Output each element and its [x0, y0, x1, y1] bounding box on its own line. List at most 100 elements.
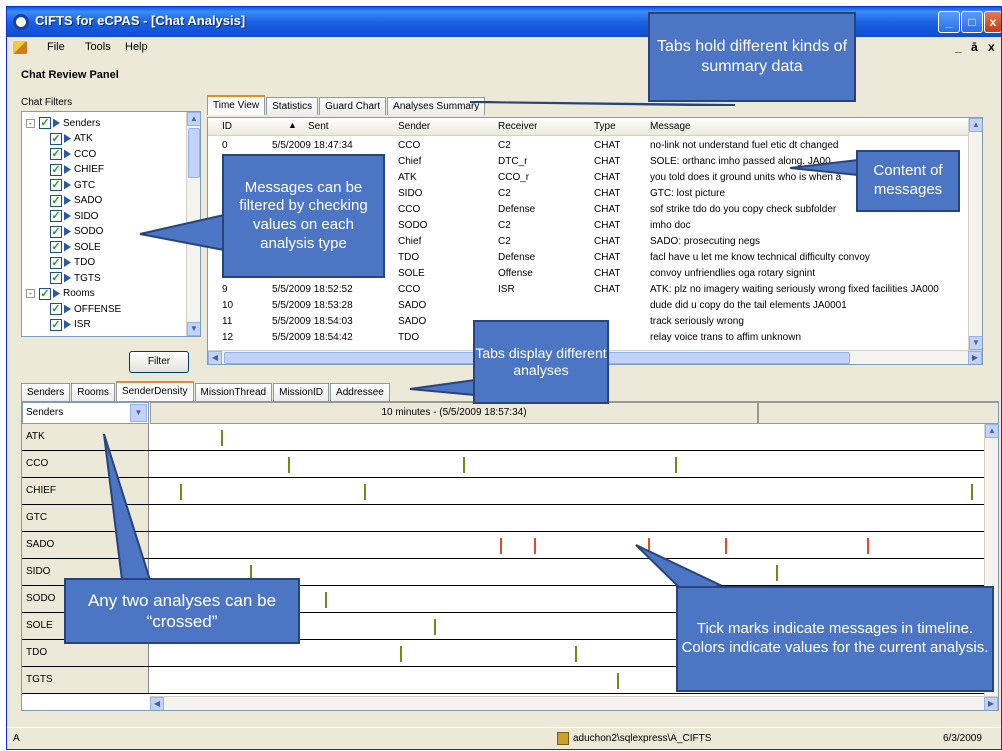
message-vscrollbar[interactable]: ▲ ▼: [968, 118, 982, 350]
checkbox-icon[interactable]: ✓: [50, 256, 62, 269]
minimize-button[interactable]: _: [938, 11, 960, 33]
tab-guard-chart[interactable]: Guard Chart: [319, 97, 387, 115]
message-tick[interactable]: [462, 457, 465, 473]
col-sender[interactable]: Sender: [398, 121, 430, 132]
checkbox-icon[interactable]: ✓: [50, 179, 62, 191]
message-tick[interactable]: [675, 457, 678, 473]
tree-scrollbar[interactable]: ▲ ▼: [186, 112, 200, 336]
message-tick[interactable]: [575, 646, 578, 662]
message-row[interactable]: 0 5/5/2009 18:47:34 CCO C2 CHAT no-link not u…: [208, 140, 968, 153]
tab-rooms[interactable]: Rooms: [71, 383, 115, 401]
scroll-left-icon[interactable]: ◀: [208, 351, 222, 364]
tree-item[interactable]: ✓ OFFENSE: [50, 302, 121, 316]
tree-item[interactable]: ✓ SIDO: [50, 209, 98, 223]
message-cell-sender: SADO: [398, 316, 427, 327]
message-tick[interactable]: [533, 538, 536, 554]
tab-mission-thread[interactable]: MissionThread: [194, 383, 273, 401]
scroll-right-icon[interactable]: ▶: [984, 697, 998, 710]
checkbox-icon[interactable]: ✓: [50, 148, 62, 160]
collapse-icon[interactable]: -: [26, 289, 35, 298]
tab-sender-density[interactable]: SenderDensity: [115, 381, 194, 401]
checkbox-icon[interactable]: ✓: [50, 194, 62, 207]
checkbox-icon[interactable]: ✓: [50, 272, 62, 284]
child-restore-button[interactable]: ā: [971, 40, 978, 54]
message-tick[interactable]: [364, 484, 367, 500]
col-id[interactable]: ID: [222, 121, 232, 132]
message-tick[interactable]: [287, 457, 290, 473]
tab-senders[interactable]: Senders: [21, 383, 71, 401]
message-tick[interactable]: [775, 565, 778, 581]
col-sent[interactable]: Sent: [308, 121, 329, 132]
message-cell-sender: SODO: [398, 220, 428, 231]
tree-item[interactable]: ✓ CCO: [50, 147, 96, 161]
tree-item[interactable]: ✓ TDO: [50, 256, 95, 270]
tree-item[interactable]: ✓ GTC: [50, 178, 95, 192]
checkbox-icon[interactable]: ✓: [50, 163, 62, 176]
tab-mission-id[interactable]: MissionID: [273, 383, 330, 401]
col-type[interactable]: Type: [594, 121, 616, 132]
tree-item[interactable]: ✓ ISR: [50, 318, 91, 332]
message-tick[interactable]: [325, 592, 328, 608]
message-tick[interactable]: [971, 484, 974, 500]
sort-ascending-icon[interactable]: ▲: [288, 120, 297, 130]
tab-time-view[interactable]: Time View: [207, 95, 266, 115]
message-cell-receiver: Defense: [498, 204, 536, 215]
scroll-down-icon[interactable]: ▼: [187, 322, 200, 336]
message-tick[interactable]: [220, 430, 223, 446]
analysis-select[interactable]: Senders ▼: [22, 402, 149, 424]
chevron-down-icon[interactable]: ▼: [130, 404, 147, 422]
scroll-left-icon[interactable]: ◀: [150, 697, 164, 710]
checkbox-icon[interactable]: ✓: [50, 318, 62, 331]
tree-item[interactable]: - ✓ Rooms: [26, 287, 95, 301]
tree-item[interactable]: ✓ SODO: [50, 225, 103, 239]
tab-statistics[interactable]: Statistics: [266, 97, 319, 115]
tab-addressee[interactable]: Addressee: [330, 383, 390, 401]
close-button[interactable]: x: [984, 11, 1001, 33]
filter-button[interactable]: Filter: [129, 351, 189, 373]
tree-item[interactable]: - ✓ Senders: [26, 116, 100, 130]
scroll-up-icon[interactable]: ▲: [187, 112, 200, 126]
checkbox-icon[interactable]: ✓: [50, 132, 62, 145]
scroll-down-icon[interactable]: ▼: [969, 336, 982, 350]
message-tick[interactable]: [617, 673, 620, 689]
message-tick[interactable]: [180, 484, 183, 500]
scroll-right-icon[interactable]: ▶: [968, 351, 982, 364]
message-tick[interactable]: [500, 538, 503, 554]
message-tick[interactable]: [400, 646, 403, 662]
child-close-button[interactable]: x: [988, 40, 995, 54]
tree-item[interactable]: ✓ ATK: [50, 132, 93, 146]
maximize-button[interactable]: □: [961, 11, 983, 33]
tab-analyses-summary[interactable]: Analyses Summary: [387, 97, 486, 115]
checkbox-icon[interactable]: ✓: [50, 225, 62, 238]
col-receiver[interactable]: Receiver: [498, 121, 537, 132]
menu-file[interactable]: File: [47, 41, 65, 53]
checkbox-icon[interactable]: ✓: [39, 117, 51, 129]
message-tick[interactable]: [725, 538, 728, 554]
menu-help[interactable]: Help: [125, 41, 148, 53]
child-minimize-button[interactable]: _: [955, 40, 962, 54]
tree-item[interactable]: ✓ SOLE: [50, 240, 101, 254]
menu-tools[interactable]: Tools: [85, 41, 111, 53]
message-row[interactable]: 10 5/5/2009 18:53:28 SADO dude did u copy d…: [208, 300, 968, 313]
filter-tree[interactable]: - ✓ Senders ✓ ATK ✓ CCO ✓ CHIEF ✓ GTC ✓ SADO ✓ SIDO ✓ SO…: [21, 111, 201, 337]
tree-item[interactable]: ✓ SADO: [50, 194, 102, 208]
scroll-thumb[interactable]: [188, 128, 200, 178]
message-row[interactable]: 9 5/5/2009 18:52:52 CCO ISR CHAT ATK: plz no …: [208, 284, 968, 297]
density-hscrollbar[interactable]: ◀ ▶: [150, 696, 998, 710]
checkbox-icon[interactable]: ✓: [50, 210, 62, 222]
col-message[interactable]: Message: [650, 121, 691, 132]
collapse-icon[interactable]: -: [26, 118, 35, 128]
scroll-up-icon[interactable]: ▲: [985, 424, 998, 438]
document-icon[interactable]: [13, 41, 27, 54]
checkbox-icon[interactable]: ✓: [39, 287, 51, 300]
checkbox-icon[interactable]: ✓: [50, 241, 62, 253]
scroll-up-icon[interactable]: ▲: [969, 118, 982, 132]
callout-ticks: Tick marks indicate messages in timeline…: [676, 586, 994, 692]
tree-item[interactable]: ✓ TGTS: [50, 271, 101, 285]
message-tick[interactable]: [647, 538, 650, 554]
message-tick[interactable]: [867, 538, 870, 554]
checkbox-icon[interactable]: ✓: [50, 303, 62, 315]
tree-item[interactable]: ✓ CHIEF: [50, 163, 104, 177]
message-tick[interactable]: [433, 619, 436, 635]
message-cell-receiver: Offense: [498, 268, 533, 279]
